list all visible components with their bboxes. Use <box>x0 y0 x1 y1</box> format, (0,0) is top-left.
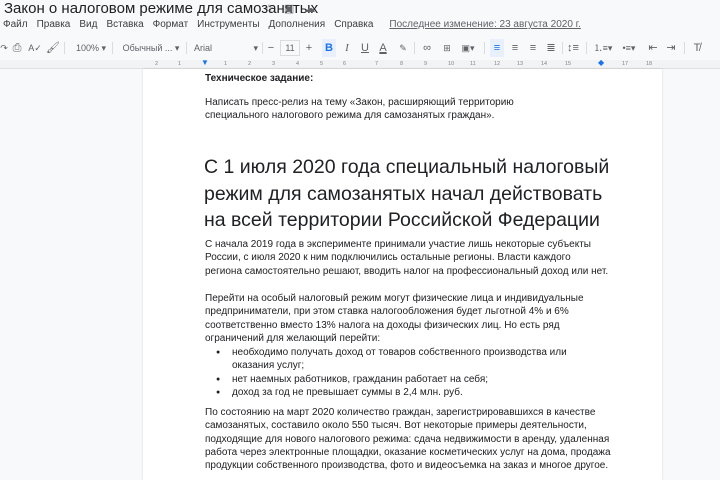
ruler-mark: 1 <box>224 61 228 67</box>
ruler-mark: 3 <box>272 61 276 67</box>
decrease-indent-icon[interactable]: ⇤ <box>646 37 660 59</box>
paragraph-3: По состоянию на март 2020 количество гра… <box>205 407 611 472</box>
style-select[interactable]: Обычный ... ▾ <box>118 37 184 59</box>
increase-font-size-button[interactable]: + <box>302 37 316 59</box>
justify-icon[interactable]: ≣ <box>544 37 558 59</box>
spellcheck-icon[interactable]: A✓ <box>28 37 42 59</box>
menu-format[interactable]: Формат <box>153 18 189 32</box>
text-color-button[interactable]: A <box>376 37 390 59</box>
align-right-icon[interactable]: ≡ <box>526 37 540 59</box>
indent-marker-icon[interactable]: ▼ <box>201 58 209 67</box>
decrease-font-size-button[interactable]: − <box>264 37 278 59</box>
ruler-mark: 6 <box>343 61 347 67</box>
redo-icon[interactable]: ↷ <box>0 37 8 59</box>
move-to-folder-icon[interactable]: ▣ <box>284 2 294 15</box>
list-item: нет наемных работников, гражданин работа… <box>205 373 585 387</box>
ruler-mark: 12 <box>494 61 501 67</box>
spec-text: Написать пресс-релиз на тему «Закон, рас… <box>205 97 514 122</box>
zoom-select[interactable]: 100% ▾ <box>72 37 110 59</box>
last-edit-link[interactable]: Последнее изменение: 23 августа 2020 г. <box>389 18 580 32</box>
ruler-mark: 9 <box>424 61 428 67</box>
underline-button[interactable]: U <box>358 37 372 59</box>
list-item: доход за год не превышает суммы в 2,4 мл… <box>205 386 585 400</box>
align-left-icon[interactable]: ≡ <box>490 39 504 57</box>
link-icon[interactable]: ∞ <box>420 37 434 59</box>
clear-formatting-icon[interactable]: T̸ <box>690 37 704 59</box>
bulleted-list-icon[interactable]: •≡▾ <box>618 37 640 59</box>
menu-view[interactable]: Вид <box>79 18 97 32</box>
paragraph-1: С начала 2019 года в эксперименте приним… <box>205 239 609 277</box>
ruler-mark: 15 <box>565 61 572 67</box>
menu-file[interactable]: Файл <box>3 18 28 32</box>
ruler-mark: 2 <box>248 61 252 67</box>
toolbar: ↷ ⎙ A✓ 🖌 100% ▾ Обычный ... ▾ Arial ▾ − 1… <box>0 37 720 59</box>
paint-format-icon[interactable]: 🖌 <box>46 37 60 59</box>
insert-image-icon[interactable]: ▣▾ <box>458 37 478 59</box>
ruler-mark: 4 <box>296 61 300 67</box>
ruler-mark: 11 <box>470 61 476 67</box>
ruler-mark: 17 <box>622 61 629 67</box>
print-icon[interactable]: ⎙ <box>10 37 24 59</box>
menu-edit[interactable]: Правка <box>37 18 71 32</box>
bold-button[interactable]: B <box>322 39 336 57</box>
ruler-mark: 18 <box>646 61 653 67</box>
menu-bar: Файл Правка Вид Вставка Формат Инструмен… <box>3 18 581 32</box>
menu-insert[interactable]: Вставка <box>106 18 143 32</box>
paragraph-2: Перейти на особый налоговый режим могут … <box>205 293 584 344</box>
menu-tools[interactable]: Инструменты <box>197 18 259 32</box>
ruler-mark: 13 <box>517 61 524 67</box>
right-indent-marker-icon[interactable]: ◆ <box>598 58 604 67</box>
bullet-list: необходимо получать доход от товаров соб… <box>205 346 585 399</box>
zoom-value: 100% <box>75 43 99 53</box>
comment-icon[interactable]: ⊞ <box>440 37 454 59</box>
document-heading: С 1 июля 2020 года специальный налоговый… <box>204 156 610 231</box>
cloud-status-icon[interactable]: ☁ <box>304 2 315 15</box>
font-size-input[interactable]: 11 <box>280 40 300 56</box>
align-center-icon[interactable]: ≡ <box>508 37 522 59</box>
ruler-mark: 5 <box>320 61 324 67</box>
ruler-mark: 14 <box>541 61 548 67</box>
italic-button[interactable]: I <box>340 37 354 59</box>
spec-title: Техническое задание: <box>205 73 314 84</box>
style-value: Обычный ... <box>122 43 173 53</box>
menu-addons[interactable]: Дополнения <box>269 18 326 32</box>
ruler-mark: 1 <box>178 61 182 67</box>
star-icon[interactable]: ☆ <box>264 2 274 15</box>
ruler-mark: 7 <box>375 61 379 67</box>
highlight-icon[interactable]: ✎ <box>396 37 410 59</box>
increase-indent-icon[interactable]: ⇥ <box>664 37 678 59</box>
menu-help[interactable]: Справка <box>334 18 373 32</box>
font-value: Arial <box>194 43 213 53</box>
document-page[interactable]: Техническое задание: Написать пресс-рели… <box>143 69 662 480</box>
font-select[interactable]: Arial ▾ <box>194 37 260 59</box>
ruler-mark: 10 <box>448 61 455 67</box>
ruler-mark: 2 <box>155 61 159 67</box>
numbered-list-icon[interactable]: ⒈≡▾ <box>592 37 614 59</box>
list-item: необходимо получать доход от товаров соб… <box>205 346 585 373</box>
ruler[interactable]: 2 1 ▼ 1 2 3 4 5 6 7 8 9 10 11 12 13 14 1… <box>0 58 720 69</box>
ruler-mark: 8 <box>400 61 404 67</box>
line-spacing-icon[interactable]: ↕≡ <box>566 37 580 59</box>
